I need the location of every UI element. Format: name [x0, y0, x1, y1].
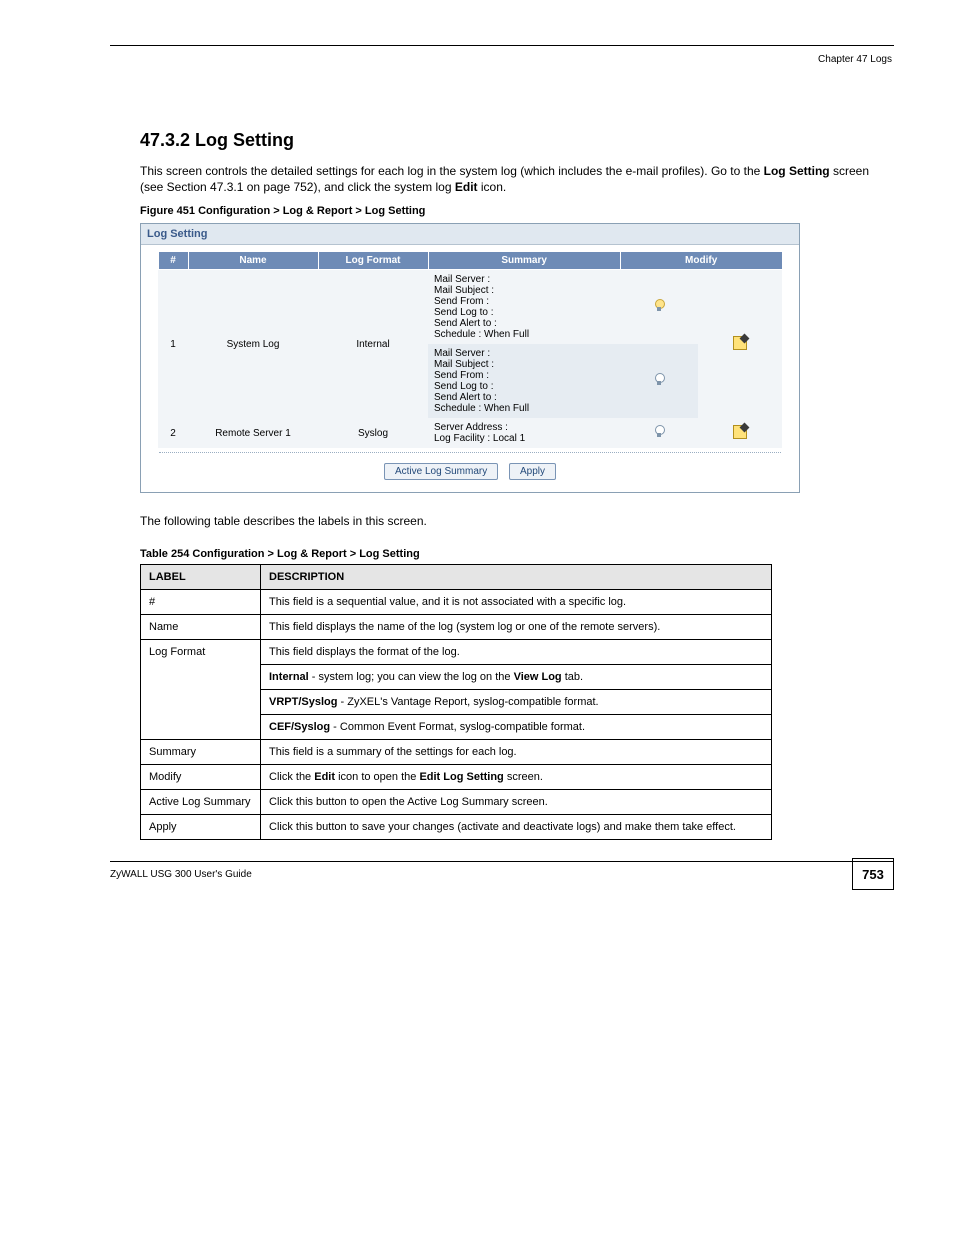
footer-rule — [110, 861, 894, 862]
row-label: Modify — [141, 765, 261, 790]
cell-num: 2 — [158, 418, 188, 448]
col-name: Name — [188, 252, 318, 270]
table-row: Log Format This field displays the forma… — [141, 640, 772, 665]
table-row: Apply Click this button to save your cha… — [141, 815, 772, 840]
row-desc: Click the Edit icon to open the Edit Log… — [261, 765, 772, 790]
row-desc: Internal - system log; you can view the … — [261, 665, 772, 690]
table-row: 1 System Log Internal Mail Server : Mail… — [158, 270, 782, 345]
cell-format: Internal — [318, 270, 428, 419]
button-bar: Active Log Summary Apply — [159, 452, 781, 492]
table-caption: Table 254 Configuration > Log & Report >… — [140, 548, 894, 560]
cell-summary: Mail Server : Mail Subject : Send From :… — [428, 270, 620, 345]
row-desc: This field is a sequential value, and it… — [261, 590, 772, 615]
table-row: 2 Remote Server 1 Syslog Server Address … — [158, 418, 782, 448]
cell-name: Remote Server 1 — [188, 418, 318, 448]
col-desc: DESCRIPTION — [261, 565, 772, 590]
bulb-icon[interactable] — [653, 373, 665, 387]
cell-format: Syslog — [318, 418, 428, 448]
table-header-row: LABEL DESCRIPTION — [141, 565, 772, 590]
para-text-1: This screen controls the detailed settin… — [140, 164, 764, 178]
log-setting-table: # Name Log Format Summary Modify 1 Syste… — [158, 251, 783, 448]
table-intro: The following table describes the labels… — [140, 513, 894, 530]
col-label: LABEL — [141, 565, 261, 590]
chapter-heading: Chapter 47 Logs — [818, 54, 892, 65]
lead-paragraph: This screen controls the detailed settin… — [140, 163, 894, 195]
row-desc: This field displays the format of the lo… — [261, 640, 772, 665]
bulb-icon[interactable] — [653, 299, 665, 313]
cell-name: System Log — [188, 270, 318, 419]
panel-title: Log Setting — [141, 224, 799, 245]
description-table: LABEL DESCRIPTION # This field is a sequ… — [140, 564, 772, 840]
row-label: Log Format — [141, 640, 261, 740]
para-text-4: Edit — [455, 180, 478, 194]
table-row: Modify Click the Edit icon to open the E… — [141, 765, 772, 790]
col-num: # — [158, 252, 188, 270]
para-text-5: icon. — [481, 180, 506, 194]
col-modify: Modify — [620, 252, 782, 270]
active-log-summary-button[interactable]: Active Log Summary — [384, 463, 498, 480]
bulb-icon[interactable] — [653, 425, 665, 439]
table-row: Summary This field is a summary of the s… — [141, 740, 772, 765]
subsection-heading: 47.3.2 Log Setting — [140, 130, 894, 151]
log-setting-panel: Log Setting # Name Log Format Summary Mo… — [140, 223, 800, 493]
para-text-2: Log Setting — [764, 164, 830, 178]
cell-summary: Mail Server : Mail Subject : Send From :… — [428, 344, 620, 418]
row-desc: This field displays the name of the log … — [261, 615, 772, 640]
row-label: Apply — [141, 815, 261, 840]
row-desc: Click this button to save your changes (… — [261, 815, 772, 840]
table-header-row: # Name Log Format Summary Modify — [158, 252, 782, 270]
col-summary: Summary — [428, 252, 620, 270]
cell-num: 1 — [158, 270, 188, 419]
row-label: Summary — [141, 740, 261, 765]
row-desc: This field is a summary of the settings … — [261, 740, 772, 765]
cell-summary: Server Address : Log Facility : Local 1 — [428, 418, 620, 448]
row-desc: CEF/Syslog - Common Event Format, syslog… — [261, 715, 772, 740]
apply-button[interactable]: Apply — [509, 463, 556, 480]
table-row: # This field is a sequential value, and … — [141, 590, 772, 615]
table-row: Name This field displays the name of the… — [141, 615, 772, 640]
edit-icon[interactable] — [733, 336, 747, 350]
table-row: Active Log Summary Click this button to … — [141, 790, 772, 815]
row-label: # — [141, 590, 261, 615]
row-desc: VRPT/Syslog - ZyXEL's Vantage Report, sy… — [261, 690, 772, 715]
row-desc: Click this button to open the Active Log… — [261, 790, 772, 815]
edit-icon[interactable] — [733, 425, 747, 439]
figure-caption: Figure 451 Configuration > Log & Report … — [140, 205, 894, 217]
footer-guide: ZyWALL USG 300 User's Guide — [110, 869, 252, 880]
col-format: Log Format — [318, 252, 428, 270]
row-label: Active Log Summary — [141, 790, 261, 815]
row-label: Name — [141, 615, 261, 640]
page-number: 753 — [852, 858, 894, 890]
header-rule — [110, 45, 894, 46]
